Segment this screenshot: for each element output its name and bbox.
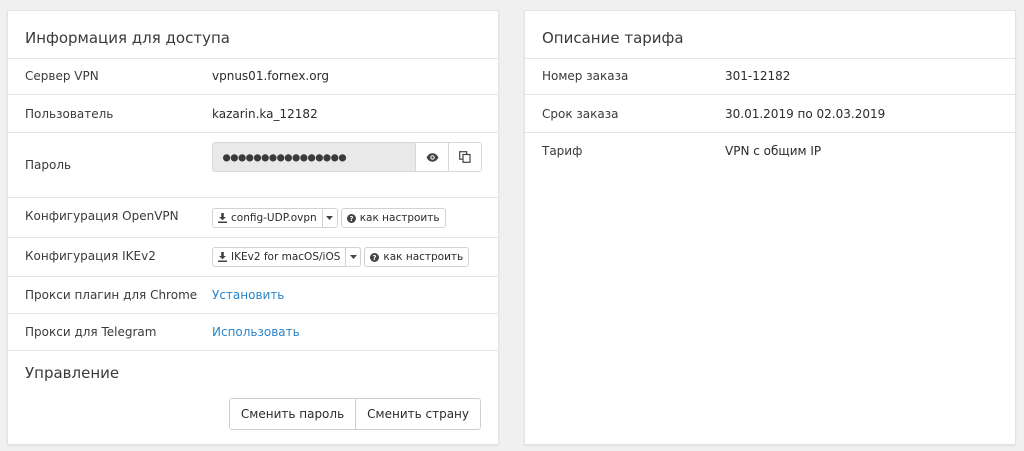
change-country-button[interactable]: Сменить страну bbox=[355, 399, 480, 429]
download-icon bbox=[218, 213, 227, 223]
access-info-title: Информация для доступа bbox=[25, 29, 230, 47]
divider bbox=[8, 132, 498, 133]
user-label: Пользователь bbox=[25, 107, 114, 121]
openvpn-download-button[interactable]: config-UDP.ovpn bbox=[213, 209, 322, 227]
telegram-proxy-label: Прокси для Telegram bbox=[25, 325, 157, 339]
tariff-title: Описание тарифа bbox=[542, 29, 684, 47]
eye-icon bbox=[426, 152, 439, 162]
server-label: Сервер VPN bbox=[25, 69, 99, 83]
chrome-proxy-label: Прокси плагин для Chrome bbox=[25, 288, 198, 302]
divider bbox=[8, 58, 498, 59]
management-button-group: Сменить пароль Сменить страну bbox=[228, 398, 481, 430]
plan-label: Тариф bbox=[542, 144, 583, 158]
order-number-value: 301-12182 bbox=[725, 69, 791, 83]
password-field[interactable]: ●●●●●●●●●●●●●●●● bbox=[213, 143, 415, 171]
question-circle-icon: ? bbox=[346, 213, 356, 223]
question-circle-icon: ? bbox=[370, 252, 380, 262]
ikev2-help-label: как настроить bbox=[383, 251, 464, 263]
order-term-label: Срок заказа bbox=[542, 107, 619, 121]
user-value: kazarin.ka_12182 bbox=[212, 107, 318, 121]
divider bbox=[8, 237, 498, 238]
password-label: Пароль bbox=[25, 158, 72, 172]
openvpn-file-label: config-UDP.ovpn bbox=[231, 212, 317, 224]
show-password-button[interactable] bbox=[415, 143, 448, 171]
plan-value: VPN с общим IP bbox=[725, 144, 822, 158]
access-info-panel: Информация для доступа Сервер VPN vpnus0… bbox=[7, 10, 499, 445]
openvpn-actions: config-UDP.ovpn ? как настроить bbox=[212, 208, 446, 228]
password-input-group: ●●●●●●●●●●●●●●●● bbox=[212, 142, 482, 172]
openvpn-help-label: как настроить bbox=[359, 212, 440, 224]
divider bbox=[8, 197, 498, 198]
divider bbox=[8, 276, 498, 277]
ikev2-file-label: IKEv2 for macOS/iOS bbox=[231, 251, 341, 263]
download-icon bbox=[218, 252, 227, 262]
management-title: Управление bbox=[25, 364, 120, 382]
caret-down-icon bbox=[326, 216, 334, 220]
ikev2-actions: IKEv2 for macOS/iOS ? как настроить bbox=[212, 247, 470, 267]
divider bbox=[8, 350, 498, 351]
divider bbox=[8, 313, 498, 314]
ikev2-label: Конфигурация IKEv2 bbox=[25, 249, 156, 263]
openvpn-download-dropdown: config-UDP.ovpn bbox=[212, 208, 338, 228]
ikev2-download-dropdown: IKEv2 for macOS/iOS bbox=[212, 247, 362, 267]
divider bbox=[8, 94, 498, 95]
openvpn-label: Конфигурация OpenVPN bbox=[25, 209, 179, 223]
order-number-label: Номер заказа bbox=[542, 69, 629, 83]
svg-text:?: ? bbox=[373, 254, 377, 262]
chrome-install-link[interactable]: Установить bbox=[212, 288, 284, 302]
divider bbox=[525, 132, 1015, 133]
openvpn-dropdown-toggle[interactable] bbox=[321, 209, 337, 227]
server-value: vpnus01.fornex.org bbox=[212, 69, 329, 83]
copy-password-button[interactable] bbox=[448, 143, 481, 171]
ikev2-download-button[interactable]: IKEv2 for macOS/iOS bbox=[213, 248, 345, 266]
divider bbox=[525, 94, 1015, 95]
caret-down-icon bbox=[349, 255, 357, 259]
openvpn-help-button[interactable]: ? как настроить bbox=[340, 208, 446, 228]
ikev2-help-button[interactable]: ? как настроить bbox=[364, 247, 470, 267]
divider bbox=[525, 58, 1015, 59]
copy-icon bbox=[459, 151, 471, 163]
ikev2-dropdown-toggle[interactable] bbox=[345, 248, 360, 266]
tariff-panel: Описание тарифа Номер заказа 301-12182 С… bbox=[524, 10, 1016, 445]
change-password-button[interactable]: Сменить пароль bbox=[229, 399, 356, 429]
order-term-value: 30.01.2019 по 02.03.2019 bbox=[725, 107, 886, 121]
svg-text:?: ? bbox=[349, 215, 353, 223]
telegram-use-link[interactable]: Использовать bbox=[212, 325, 300, 339]
